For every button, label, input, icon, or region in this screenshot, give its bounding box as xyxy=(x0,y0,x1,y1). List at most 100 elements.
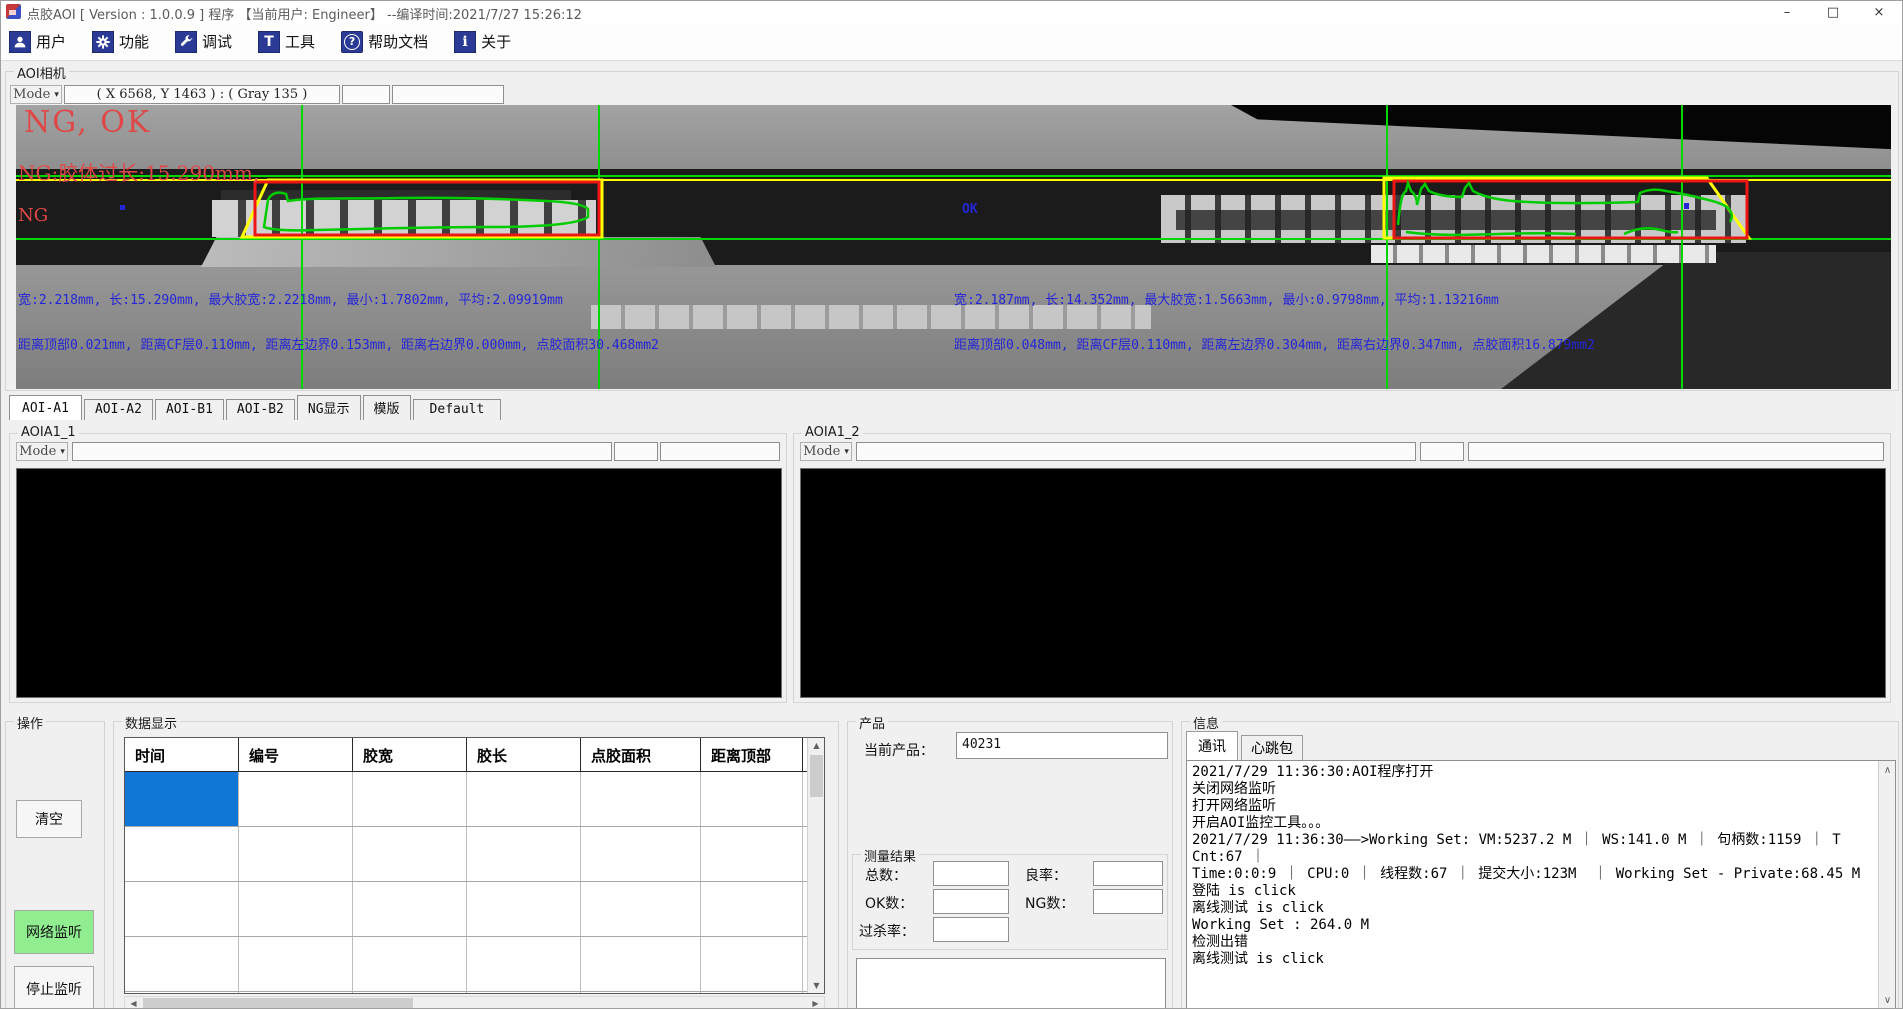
tab-aoi-b2[interactable]: AOI-B2 xyxy=(226,399,295,420)
toolbar-item-debug[interactable]: 调试 xyxy=(175,27,232,57)
table-cell[interactable] xyxy=(467,937,581,991)
column-header[interactable]: 胶宽 xyxy=(353,738,467,771)
table-cell[interactable] xyxy=(125,992,239,994)
camera-field-2[interactable] xyxy=(342,85,390,104)
aoia1-1-group: AOIA1_1 Mode▾ xyxy=(9,433,787,703)
camera-field-3[interactable] xyxy=(392,85,504,104)
log-text: 2021/7/29 11:36:30:AOI程序打开 关闭网络监听 打开网络监听… xyxy=(1192,764,1875,968)
aoia1-1-field-2[interactable] xyxy=(614,442,658,461)
aoia1-1-image-view[interactable] xyxy=(16,468,782,698)
vscroll-thumb[interactable] xyxy=(810,755,823,797)
table-cell[interactable] xyxy=(239,827,353,881)
tab-ng-display[interactable]: NG显示 xyxy=(297,395,361,420)
table-cell[interactable] xyxy=(581,882,701,936)
tab-communication[interactable]: 通讯 xyxy=(1186,731,1238,760)
tab-aoi-a2[interactable]: AOI-A2 xyxy=(84,399,153,420)
table-cell[interactable] xyxy=(353,772,467,826)
maximize-button[interactable]: □ xyxy=(1810,1,1856,23)
table-row xyxy=(125,827,824,882)
column-header[interactable]: 点胶面积 xyxy=(581,738,701,771)
ng-count-field[interactable] xyxy=(1093,889,1163,914)
aoia1-1-mode-dropdown[interactable]: Mode▾ xyxy=(16,442,68,461)
tab-aoi-a1[interactable]: AOI-A1 xyxy=(9,395,82,420)
column-header[interactable]: 胶长 xyxy=(467,738,581,771)
aoia1-2-image-view[interactable] xyxy=(800,468,1886,698)
aoia1-1-field-3[interactable] xyxy=(660,442,780,461)
tab-heartbeat[interactable]: 心跳包 xyxy=(1241,735,1303,760)
table-cell[interactable] xyxy=(701,937,803,991)
table-cell[interactable] xyxy=(353,937,467,991)
table-cell[interactable] xyxy=(353,882,467,936)
scroll-up-icon[interactable]: ▲ xyxy=(808,738,825,753)
table-cell[interactable] xyxy=(239,772,353,826)
close-button[interactable]: × xyxy=(1856,1,1902,23)
column-header[interactable]: 时间 xyxy=(125,738,239,771)
info-icon: i xyxy=(454,31,476,53)
toolbar-item-function[interactable]: 功能 xyxy=(92,27,149,57)
chevron-down-icon[interactable]: ∨ xyxy=(1879,993,1896,1008)
column-header[interactable]: 距离顶部 xyxy=(701,738,803,771)
scroll-down-icon[interactable]: ▼ xyxy=(808,978,825,993)
minimize-button[interactable]: – xyxy=(1764,1,1810,23)
camera-mode-dropdown[interactable]: Mode▾ xyxy=(10,85,62,104)
aoia1-1-field-1[interactable] xyxy=(72,442,612,461)
table-cell[interactable] xyxy=(581,937,701,991)
product-note-box[interactable] xyxy=(856,958,1166,1009)
aoia1-2-mode-dropdown[interactable]: Mode▾ xyxy=(800,442,852,461)
table-cell[interactable] xyxy=(353,992,467,994)
table-cell[interactable] xyxy=(701,882,803,936)
overkill-field[interactable] xyxy=(933,917,1009,942)
operation-group-label: 操作 xyxy=(14,713,46,732)
column-header[interactable]: 编号 xyxy=(239,738,353,771)
table-cell[interactable] xyxy=(467,772,581,826)
table-cell[interactable] xyxy=(581,992,701,994)
table-cell[interactable] xyxy=(125,827,239,881)
table-header-row: 时间编号胶宽胶长点胶面积距离顶部 xyxy=(125,738,824,772)
table-cell[interactable] xyxy=(467,827,581,881)
tab-template[interactable]: 模版 xyxy=(363,395,411,420)
camera-image[interactable]: NG, OK NG:胶体过长:15.290mm, NG OK 宽:2.218mm… xyxy=(16,105,1891,389)
table-cell[interactable] xyxy=(239,937,353,991)
table-cell[interactable] xyxy=(467,882,581,936)
camera-coordinate-readout[interactable]: ( X 6568, Y 1463 ) : ( Gray 135 ) xyxy=(64,85,340,104)
table-cell[interactable] xyxy=(701,827,803,881)
table-cell[interactable] xyxy=(701,992,803,994)
toolbar-item-tools[interactable]: T 工具 xyxy=(258,27,315,57)
left-measurement-line2: 距离顶部0.021mm, 距离CF层0.110mm, 距离左边界0.153mm,… xyxy=(18,334,659,353)
table-cell[interactable] xyxy=(125,937,239,991)
table-row xyxy=(125,882,824,937)
ok-count-field[interactable] xyxy=(933,889,1009,914)
communication-log[interactable]: 2021/7/29 11:36:30:AOI程序打开 关闭网络监听 打开网络监听… xyxy=(1186,760,1896,1009)
table-cell[interactable] xyxy=(239,882,353,936)
toolbar-item-help[interactable]: ? 帮助文档 xyxy=(341,27,428,57)
hscroll-thumb[interactable] xyxy=(143,998,413,1009)
table-cell[interactable] xyxy=(467,992,581,994)
table-vertical-scrollbar[interactable]: ▲ ▼ xyxy=(807,738,824,993)
aoia1-2-field-2[interactable] xyxy=(1420,442,1464,461)
tab-aoi-b1[interactable]: AOI-B1 xyxy=(155,399,224,420)
toolbar-item-about[interactable]: i 关于 xyxy=(454,27,511,57)
stop-listen-button[interactable]: 停止监听 xyxy=(14,966,94,1009)
table-cell[interactable] xyxy=(125,772,239,826)
table-cell[interactable] xyxy=(701,772,803,826)
table-cell[interactable] xyxy=(239,992,353,994)
result-text: NG, OK xyxy=(24,105,151,140)
table-horizontal-scrollbar[interactable]: ◀ ▶ xyxy=(124,996,825,1009)
clear-button[interactable]: 清空 xyxy=(16,800,82,838)
chevron-up-icon[interactable]: ∧ xyxy=(1879,763,1896,778)
table-cell[interactable] xyxy=(581,772,701,826)
scroll-left-icon[interactable]: ◀ xyxy=(125,997,142,1009)
network-listen-button[interactable]: 网络监听 xyxy=(14,910,94,954)
yield-field[interactable] xyxy=(1093,861,1163,886)
current-product-field[interactable]: 40231 xyxy=(956,732,1168,759)
total-field[interactable] xyxy=(933,861,1009,886)
aoia1-2-field-3[interactable] xyxy=(1468,442,1884,461)
table-cell[interactable] xyxy=(353,827,467,881)
scroll-right-icon[interactable]: ▶ xyxy=(807,997,824,1009)
log-scrollbar[interactable]: ∧ ∨ xyxy=(1878,761,1895,1009)
toolbar-item-user[interactable]: 用户 xyxy=(9,27,66,57)
tab-default[interactable]: Default xyxy=(413,399,502,420)
table-cell[interactable] xyxy=(125,882,239,936)
table-cell[interactable] xyxy=(581,827,701,881)
aoia1-2-field-1[interactable] xyxy=(856,442,1416,461)
